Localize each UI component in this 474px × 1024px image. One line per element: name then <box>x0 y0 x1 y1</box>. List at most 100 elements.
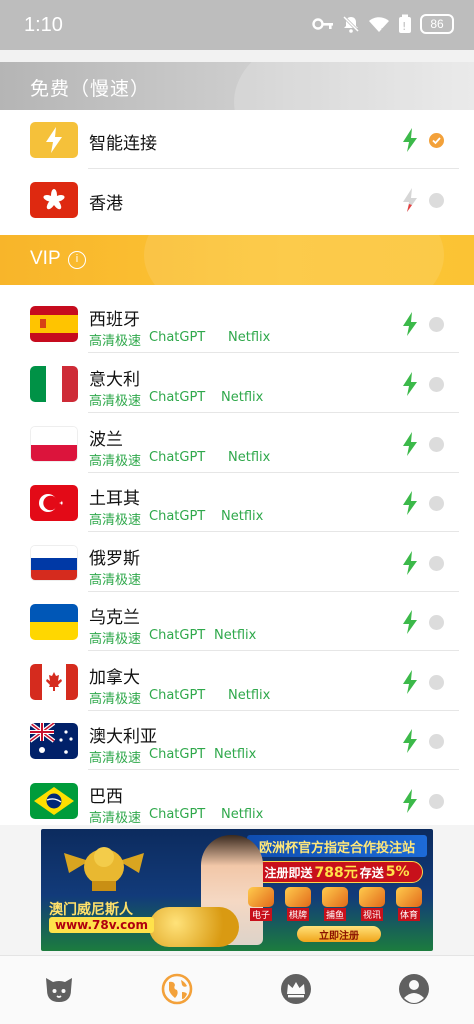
tag-speed: 高清极速 <box>89 811 142 826</box>
spain-flag <box>30 306 78 342</box>
server-row-australia[interactable]: 澳大利亚 高清极速 ChatGPT Netflix <box>0 711 474 770</box>
server-row-turkey[interactable]: 土耳其 高清极速 ChatGPT Netflix <box>0 473 474 532</box>
unselected-radio[interactable] <box>429 675 444 690</box>
row-divider <box>88 168 459 169</box>
header-decoration <box>144 235 444 285</box>
tag-netflix: Netflix <box>228 688 271 703</box>
info-icon[interactable]: i <box>68 251 86 269</box>
game-label: 电子 <box>249 908 272 921</box>
svg-text:!: ! <box>402 20 406 33</box>
unselected-radio[interactable] <box>429 193 444 208</box>
tag-netflix: Netflix <box>214 747 257 762</box>
server-row-russia[interactable]: 俄罗斯 高清极速 <box>0 533 474 592</box>
tag-netflix: Netflix <box>228 330 271 345</box>
game-category: 捕鱼 <box>319 887 351 921</box>
tag-chatgpt: ChatGPT <box>149 390 206 405</box>
globe-icon[interactable] <box>160 972 194 1006</box>
game-label: 棋牌 <box>286 908 309 921</box>
vip-section-title: VIP <box>30 248 61 269</box>
signal-bolt-icon <box>403 312 417 336</box>
game-label: 体育 <box>397 908 420 921</box>
server-row-canada[interactable]: 加拿大 高清极速 ChatGPT Netflix <box>0 652 474 711</box>
battery-saver-icon: ! <box>398 14 412 34</box>
server-row-italy[interactable]: 意大利 高清极速 ChatGPT Netflix <box>0 354 474 413</box>
game-icon <box>248 887 274 907</box>
server-name: 意大利 <box>89 370 140 390</box>
row-divider <box>88 769 459 770</box>
bottom-tab-bar <box>0 955 474 1024</box>
profile-icon[interactable] <box>397 972 431 1006</box>
header-decoration <box>234 62 474 110</box>
ad-game-categories: 电子 棋牌 捕鱼 视讯 体育 <box>245 887 425 921</box>
game-category: 体育 <box>393 887 425 921</box>
register-now-button[interactable]: 立即注册 <box>297 926 381 942</box>
unselected-radio[interactable] <box>429 496 444 511</box>
unselected-radio[interactable] <box>429 556 444 571</box>
signal-bolt-icon <box>403 551 417 575</box>
signal-bolt-icon <box>403 432 417 456</box>
tag-speed: 高清极速 <box>89 513 142 528</box>
server-row-spain[interactable]: 西班牙 高清极速 ChatGPT Netflix <box>0 294 474 353</box>
tag-speed: 高清极速 <box>89 751 142 766</box>
game-category: 棋牌 <box>282 887 314 921</box>
tag-chatgpt: ChatGPT <box>149 628 206 643</box>
signal-bolt-icon <box>403 610 417 634</box>
top-spacer <box>0 50 474 62</box>
tag-speed: 高清极速 <box>89 573 142 588</box>
signal-bolt-icon <box>403 789 417 813</box>
tag-chatgpt: ChatGPT <box>149 688 206 703</box>
server-name: 俄罗斯 <box>89 549 140 569</box>
unselected-radio[interactable] <box>429 794 444 809</box>
ukraine-flag <box>30 604 78 640</box>
server-row-brazil[interactable]: 巴西 高清极速 ChatGPT Netflix <box>0 771 474 830</box>
promo-prefix: 注册即送 <box>264 865 313 880</box>
server-name: 智能连接 <box>89 134 157 154</box>
server-name: 波兰 <box>89 430 123 450</box>
canada-flag <box>30 664 78 700</box>
game-category: 电子 <box>245 887 277 921</box>
status-icons: x ! 86 <box>312 14 454 34</box>
ad-banner[interactable]: 欧洲杯官方指定合作投注站 注册即送 788元 存送 5% 澳门威尼斯人 www.… <box>41 829 433 951</box>
signal-bolt-weak-icon <box>403 188 417 212</box>
server-name: 西班牙 <box>89 310 140 330</box>
vip-spacer <box>0 285 474 293</box>
server-row-ukraine[interactable]: 乌克兰 高清极速 ChatGPT Netflix <box>0 592 474 651</box>
server-name: 澳大利亚 <box>89 727 157 747</box>
server-row-smart-connect[interactable]: 智能连接 <box>0 110 474 169</box>
promo-percent: 5% <box>385 864 410 880</box>
tag-netflix: Netflix <box>221 807 264 822</box>
row-divider <box>88 412 459 413</box>
winged-lion-logo <box>64 847 144 891</box>
unselected-radio[interactable] <box>429 377 444 392</box>
unselected-radio[interactable] <box>429 317 444 332</box>
vip-section-header: VIP i <box>0 235 474 285</box>
italy-flag <box>30 366 78 402</box>
tag-speed: 高清极速 <box>89 394 142 409</box>
poland-flag <box>30 426 78 462</box>
australia-flag <box>30 723 78 759</box>
ad-headline: 欧洲杯官方指定合作投注站 <box>247 835 427 857</box>
tag-chatgpt: ChatGPT <box>149 509 206 524</box>
wifi-icon: x <box>368 15 390 33</box>
signal-bolt-icon <box>403 491 417 515</box>
ad-promo: 注册即送 788元 存送 5% <box>253 861 423 883</box>
game-label: 视讯 <box>360 908 383 921</box>
server-row-hong-kong[interactable]: 香港 <box>0 170 474 229</box>
tag-netflix: Netflix <box>221 509 264 524</box>
unselected-radio[interactable] <box>429 615 444 630</box>
unselected-radio[interactable] <box>429 734 444 749</box>
unselected-radio[interactable] <box>429 437 444 452</box>
tag-chatgpt: ChatGPT <box>149 450 206 465</box>
row-divider <box>88 531 459 532</box>
tag-chatgpt: ChatGPT <box>149 330 206 345</box>
svg-text:x: x <box>381 26 385 33</box>
turkey-flag <box>30 485 78 521</box>
server-name: 香港 <box>89 194 123 214</box>
game-category: 视讯 <box>356 887 388 921</box>
tag-speed: 高清极速 <box>89 692 142 707</box>
selected-radio[interactable] <box>429 133 444 148</box>
brazil-flag <box>30 783 78 819</box>
cat-icon[interactable] <box>42 972 76 1006</box>
crown-icon[interactable] <box>279 972 313 1006</box>
server-row-poland[interactable]: 波兰 高清极速 ChatGPT Netflix <box>0 414 474 473</box>
